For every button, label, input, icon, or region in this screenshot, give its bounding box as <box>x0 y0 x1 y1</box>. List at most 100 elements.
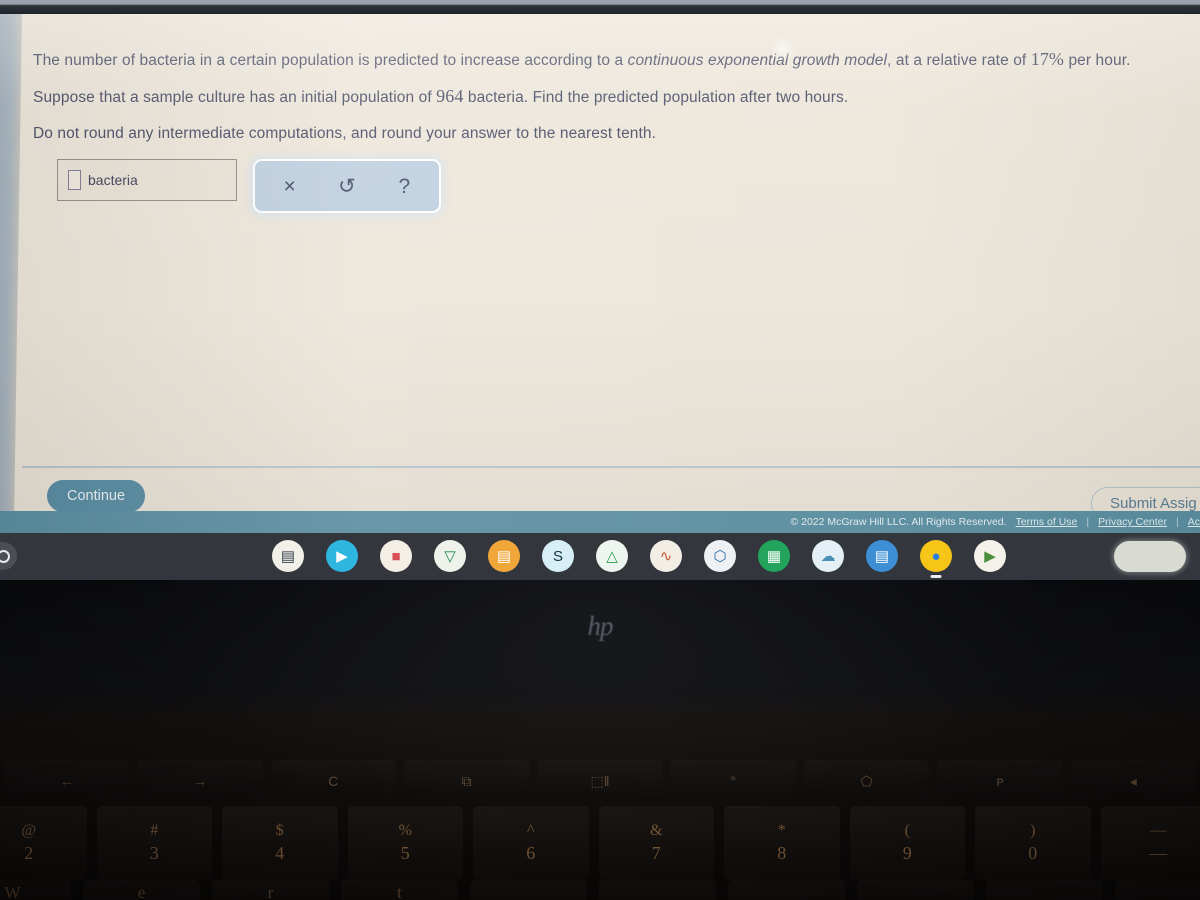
problem-model-emphasis: continuous exponential growth model <box>627 52 888 69</box>
problem-line-1-part-a: The number of bacteria in a certain popu… <box>33 52 628 69</box>
key-7[interactable]: & 7 <box>598 806 714 880</box>
key-0-symbol: ) <box>1030 822 1036 839</box>
launcher-icon[interactable] <box>0 542 17 570</box>
key-5-symbol: % <box>398 822 412 839</box>
classroom-icon[interactable]: ▽ <box>434 540 466 572</box>
key-volume-down[interactable]: ◂ <box>1070 760 1196 802</box>
key-2-symbol: @ <box>21 822 37 839</box>
key-mute[interactable]: ᴘ <box>937 760 1063 802</box>
key-7-digit: 7 <box>651 843 661 863</box>
problem-line-1-part-c: per hour. <box>1064 52 1131 69</box>
launcher-ring <box>0 549 10 563</box>
answer-row: bacteria × ↺ ? <box>57 159 441 213</box>
key-9-digit: 9 <box>902 843 912 863</box>
key-t[interactable]: t <box>341 880 458 900</box>
skype-icon[interactable]: S <box>542 540 574 572</box>
footer-separator-1: | <box>1086 516 1090 528</box>
letter-key-row: Wert <box>0 880 1200 900</box>
continue-button[interactable]: Continue <box>47 480 146 512</box>
key-7-symbol: & <box>650 822 663 839</box>
key-6-digit: 6 <box>526 843 536 863</box>
key-bracket[interactable] <box>1115 880 1200 900</box>
play-store-icon[interactable]: ▶ <box>974 540 1006 572</box>
key-brightness-up[interactable]: ⬠ <box>803 760 930 802</box>
laptop-photo: The number of bacteria in a certain popu… <box>0 0 1200 900</box>
key-8-digit: 8 <box>777 843 787 863</box>
accessibility-link[interactable]: Ac <box>1188 516 1200 528</box>
calculator-icon[interactable]: ▤ <box>272 540 304 572</box>
key-e[interactable]: e <box>83 880 200 900</box>
key-8[interactable]: * 8 <box>724 806 840 880</box>
math-entry-placeholder-box[interactable] <box>68 170 81 190</box>
answer-unit-label: bacteria <box>88 172 138 188</box>
key-y[interactable] <box>470 880 587 900</box>
key-p[interactable] <box>986 880 1103 900</box>
key-8-symbol: * <box>777 822 786 839</box>
key-reload[interactable]: C <box>270 760 396 802</box>
footer-separator-2: | <box>1176 516 1179 528</box>
zoom-icon[interactable]: ▶ <box>326 540 358 572</box>
page-footer: © 2022 McGraw Hill LLC. All Rights Reser… <box>0 511 1200 533</box>
hp-logo: hp <box>587 610 614 641</box>
key-5[interactable]: % 5 <box>347 806 463 880</box>
key-minus-digit: — <box>1149 843 1168 863</box>
answer-input[interactable]: bacteria <box>57 159 237 201</box>
terms-of-use-link[interactable]: Terms of Use <box>1016 516 1078 528</box>
chrome-icon[interactable]: ● <box>920 540 952 578</box>
cloud-icon[interactable]: ☁ <box>812 540 844 572</box>
active-window-indicator <box>930 575 942 578</box>
key-4[interactable]: $4 <box>222 806 338 880</box>
problem-statement: The number of bacteria in a certain popu… <box>33 46 1193 156</box>
help-button[interactable]: ? <box>384 176 424 197</box>
key-overview[interactable]: ⬚‖ <box>537 760 663 802</box>
problem-line-2-part-b: bacteria. Find the predicted population … <box>463 89 849 106</box>
key-minus[interactable]: — — <box>1100 806 1200 880</box>
key-9[interactable]: (9 <box>849 806 965 880</box>
problem-line-3: Do not round any intermediate computatio… <box>33 125 657 142</box>
number-key-row: @2 #3 $4% 5 ^ 6 & 7 * 8(9) 0— — <box>0 806 1200 880</box>
key-u[interactable] <box>599 880 716 900</box>
function-key-row: ← → C ⧉ ⬚‖ ° ⬠ ᴘ ◂ <box>0 760 1200 802</box>
copyright-text: © 2022 McGraw Hill LLC. All Rights Reser… <box>790 516 1007 528</box>
privacy-center-link[interactable]: Privacy Center <box>1098 516 1167 528</box>
undo-icon[interactable]: ↺ <box>327 176 367 197</box>
clear-button[interactable]: × <box>270 176 310 197</box>
aleks-page: The number of bacteria in a certain popu… <box>0 14 1200 533</box>
key-i[interactable] <box>728 880 845 900</box>
key-3-digit: 3 <box>149 843 159 863</box>
key-r[interactable]: r <box>212 880 329 900</box>
key-4-digit: 4 <box>275 843 285 863</box>
desmos-icon[interactable]: ∿ <box>650 540 682 572</box>
problem-line-1: The number of bacteria in a certain popu… <box>33 46 1193 74</box>
key-2-digit: 2 <box>24 843 34 863</box>
key-2[interactable]: @2 <box>0 806 87 880</box>
key-0-digit: 0 <box>1028 843 1038 863</box>
key-back[interactable]: ← <box>4 760 130 802</box>
problem-line-1-part-b: , at a relative rate of <box>887 52 1031 69</box>
key-brightness-down[interactable]: ° <box>670 760 796 802</box>
key-9-symbol: ( <box>904 822 910 839</box>
status-tray[interactable] <box>1114 541 1186 572</box>
google-docs-icon[interactable]: ▤ <box>866 540 898 572</box>
recording-icon[interactable]: ■ <box>380 540 412 572</box>
key-fullscreen[interactable]: ⧉ <box>403 760 530 802</box>
key-forward[interactable]: → <box>137 760 263 802</box>
key-5-digit: 5 <box>400 843 410 863</box>
problem-line-2-part-a: Suppose that a sample culture has an ini… <box>33 89 437 106</box>
math-toolbar: × ↺ ? <box>253 159 441 213</box>
problem-rate-value: 17% <box>1030 49 1065 69</box>
google-sheets-icon[interactable]: ▦ <box>758 540 790 572</box>
key-minus-symbol: — <box>1150 822 1167 839</box>
top-bezel <box>0 0 1200 14</box>
google-drive-icon[interactable]: △ <box>596 540 628 572</box>
key-o[interactable] <box>857 880 974 900</box>
key-6[interactable]: ^ 6 <box>473 806 589 880</box>
key-3[interactable]: #3 <box>96 806 212 880</box>
key-6-symbol: ^ <box>526 822 535 839</box>
geometry-icon[interactable]: ⬡ <box>704 540 736 572</box>
documents-icon[interactable]: ▤ <box>488 540 520 572</box>
key-0[interactable]: ) 0 <box>975 806 1091 880</box>
shelf-icon-list: ▤ ▶ ■ ▽ ▤ S △ ∿ ⬡ ▦ ☁ ▤ ● ▶ <box>272 540 1006 578</box>
key-w[interactable]: W <box>0 880 71 900</box>
key-3-symbol: # <box>150 822 159 839</box>
